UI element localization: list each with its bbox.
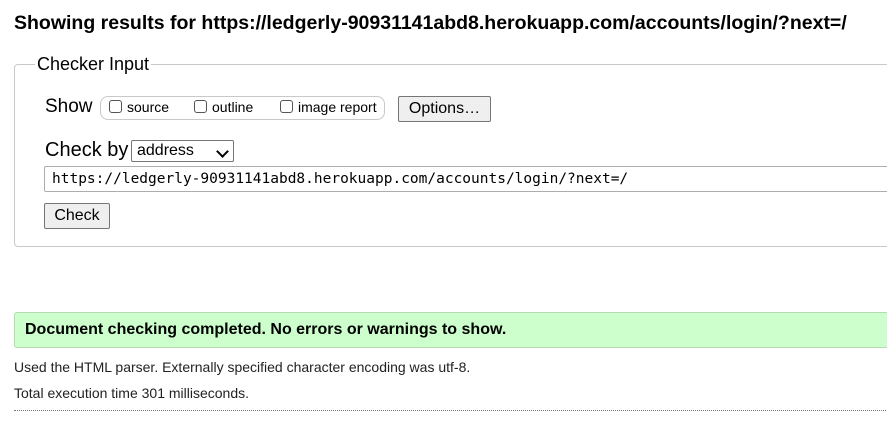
show-image-report-label: image report [298,99,377,115]
show-outline-label: outline [212,99,254,115]
options-button[interactable]: Options… [398,96,491,122]
parser-info: Used the HTML parser. Externally specifi… [14,359,471,375]
address-input[interactable]: https://ledgerly-90931141abd8.herokuapp.… [44,166,887,192]
success-message: Document checking completed. No errors o… [14,312,887,348]
checkbox-icon[interactable] [194,100,207,113]
show-image-report-checkbox[interactable]: image report [280,99,377,115]
check-by-label: Check by [45,139,129,161]
show-outline-checkbox[interactable]: outline [194,99,253,115]
results-heading: Showing results for https://ledgerly-909… [14,12,847,34]
checkbox-icon[interactable] [280,100,293,113]
check-by-select[interactable]: address [131,140,234,162]
show-source-label: source [127,99,170,115]
chevron-down-icon [216,145,229,158]
checker-input-legend: Checker Input [37,54,150,74]
show-options-group: source outline image report [100,96,385,120]
show-label: Show [45,96,93,117]
show-source-checkbox[interactable]: source [109,99,169,115]
check-button[interactable]: Check [44,203,110,229]
check-by-selected-value: address [137,142,194,159]
checkbox-icon[interactable] [109,100,122,113]
divider [14,410,887,411]
execution-time: Total execution time 301 milliseconds. [14,385,250,401]
validator-page: Showing results for https://ledgerly-909… [0,0,887,429]
